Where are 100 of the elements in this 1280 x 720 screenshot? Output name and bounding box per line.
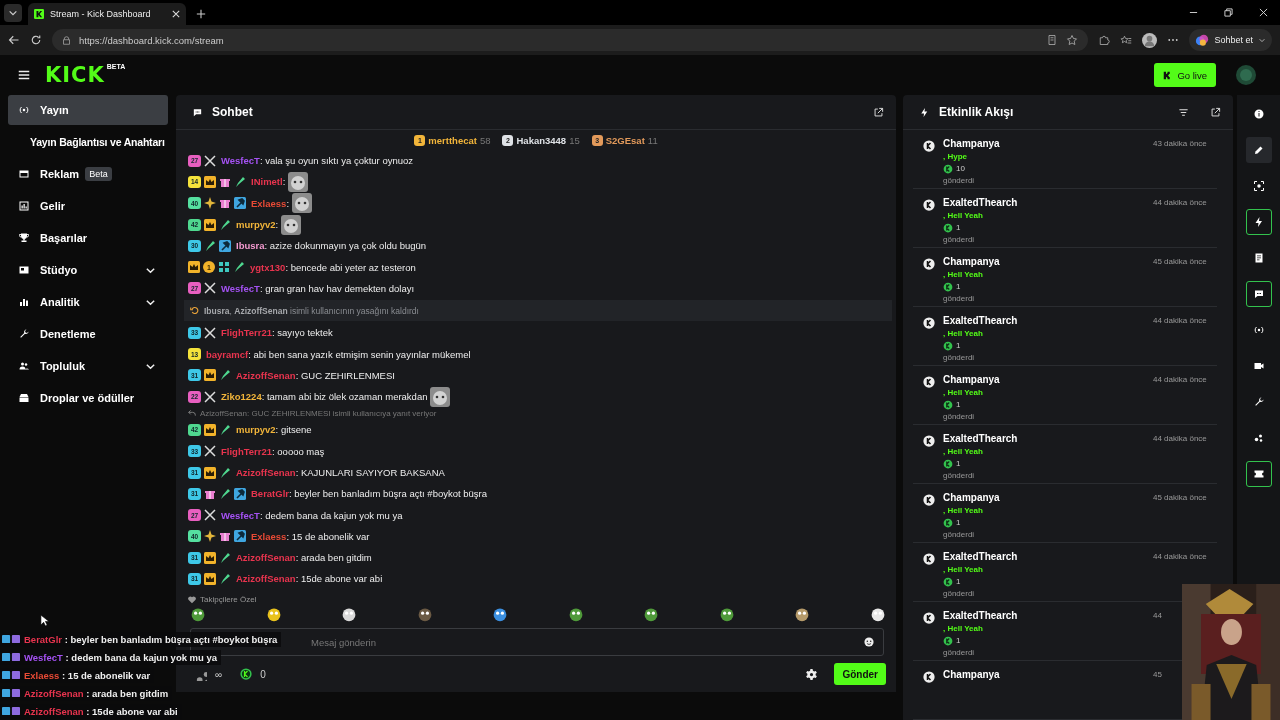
event-time: 44: [1153, 610, 1163, 622]
brush-icon: [219, 369, 231, 382]
sidebar-item[interactable]: Analitik: [8, 287, 168, 317]
coin-icon: [943, 341, 953, 351]
event-username[interactable]: ExaltedThearch: [943, 196, 1145, 210]
emote-icon[interactable]: [416, 606, 433, 622]
menu-icon[interactable]: [17, 68, 31, 82]
restore-icon[interactable]: [1224, 8, 1233, 17]
extensions-icon[interactable]: [1098, 34, 1111, 46]
event-username[interactable]: ExaltedThearch: [943, 550, 1145, 564]
swords-icon: [204, 326, 216, 339]
tab-title: Stream - Kick Dashboard: [50, 9, 152, 19]
hammer-icon: [234, 487, 246, 500]
emote-icon[interactable]: [794, 606, 811, 622]
rail-button[interactable]: [1246, 209, 1272, 235]
rail-button[interactable]: [1246, 461, 1272, 487]
gift-amount: 1: [956, 635, 961, 647]
brush-icon: [219, 573, 231, 585]
undo-icon: [190, 306, 199, 316]
favorites-icon[interactable]: [1120, 34, 1133, 46]
popout-icon[interactable]: [1210, 106, 1221, 118]
chat-message: INimetl:: [251, 176, 286, 188]
event-action: gönderdi: [943, 529, 976, 540]
close-tab-icon[interactable]: [172, 10, 180, 18]
gift-name: , Hell Yeah: [943, 505, 984, 517]
avatar[interactable]: [1236, 65, 1256, 85]
send-button[interactable]: Gönder: [834, 663, 886, 685]
lock-icon[interactable]: [62, 35, 71, 45]
sidebar-item[interactable]: Stüdyo: [8, 255, 168, 285]
hammer-icon: [234, 530, 246, 543]
hammer-icon: [234, 197, 246, 210]
copilot-button[interactable]: Sohbet et: [1189, 29, 1272, 51]
gift-amount: 1: [956, 399, 961, 411]
browser-tab[interactable]: Stream - Kick Dashboard: [28, 3, 186, 25]
reader-icon[interactable]: [1046, 34, 1059, 46]
sidebar-item[interactable]: Denetleme: [8, 319, 168, 349]
crown-icon: [204, 218, 216, 231]
rail-button[interactable]: [1246, 137, 1272, 163]
emote-icon[interactable]: [718, 606, 735, 622]
emote-icon[interactable]: [869, 606, 886, 622]
leader-count: 11: [647, 134, 658, 146]
logo[interactable]: KICK: [45, 63, 105, 87]
address-field[interactable]: https://dashboard.kick.com/stream: [52, 29, 1089, 51]
event-username[interactable]: ExaltedThearch: [943, 432, 1145, 446]
sidebar-item[interactable]: Yayın: [8, 95, 168, 125]
reload-icon[interactable]: [30, 34, 42, 46]
emote-icon[interactable]: [190, 606, 206, 622]
event-username[interactable]: Champanya: [943, 491, 1145, 505]
event-username[interactable]: Champanya: [943, 668, 1145, 682]
broadcast-icon: [1253, 324, 1265, 336]
sidebar-item[interactable]: Gelir: [8, 191, 168, 221]
sidebar-item[interactable]: Droplar ve ödüller: [8, 383, 168, 413]
coin-icon: [923, 671, 935, 683]
coin-icon: [240, 668, 253, 680]
sidebar-item[interactable]: Topluluk: [8, 351, 168, 381]
new-tab-icon[interactable]: [196, 9, 206, 19]
chat-message: AzizoffSenan: GUC ZEHIRLENMESI: [236, 369, 395, 381]
event-action: gönderdi: [943, 352, 976, 363]
leader-name[interactable]: mertthecat: [428, 134, 477, 146]
emoji-icon[interactable]: [864, 637, 874, 647]
emote-icon[interactable]: [492, 606, 509, 622]
leader-name[interactable]: S2GEsat: [605, 134, 645, 146]
chat-icon: [1253, 288, 1265, 300]
crown-icon: [204, 551, 216, 564]
film-icon: [18, 264, 30, 276]
chat-message: AzizoffSenan: KAJUNLARI SAYIYOR BAKSANA: [236, 467, 445, 478]
coin-icon: [943, 164, 953, 174]
event-username[interactable]: ExaltedThearch: [943, 609, 1145, 623]
rail-button[interactable]: [1246, 281, 1272, 307]
kicks-value: 0: [260, 668, 266, 680]
settings-icon[interactable]: [805, 667, 819, 681]
event-username[interactable]: Champanya: [943, 373, 1145, 387]
popout-icon[interactable]: [873, 106, 884, 118]
back-icon[interactable]: [8, 34, 20, 46]
system-message: Ibusra, AzizoffSenan isimli kullanıcının yasağını kaldırdı: [184, 300, 892, 322]
emote-icon[interactable]: [643, 606, 660, 622]
filter-icon[interactable]: [1178, 106, 1189, 118]
leader-name[interactable]: Hakan3448: [516, 134, 567, 146]
go-live-button[interactable]: Go live: [1154, 63, 1216, 87]
emote-icon[interactable]: [567, 606, 584, 622]
event-action: gönderdi: [943, 293, 976, 304]
chat-message: FlighTerr21: ooooo maş: [221, 445, 325, 457]
document-icon: [1253, 252, 1265, 264]
tab-list-button[interactable]: [4, 4, 22, 22]
profile-icon[interactable]: [1142, 32, 1158, 48]
coin-icon: [923, 376, 935, 388]
panel-title: Sohbet: [212, 105, 253, 119]
event-username[interactable]: ExaltedThearch: [943, 314, 1145, 328]
event-username[interactable]: Champanya: [943, 255, 1145, 269]
event-username[interactable]: Champanya: [943, 137, 1145, 151]
emote-icon[interactable]: [265, 606, 282, 622]
sidebar-subitem[interactable]: Yayın Bağlantısı ve Anahtarı: [8, 127, 176, 157]
event-time: 44 dakika önce: [1153, 433, 1208, 445]
gift-name: , Hype: [943, 151, 968, 163]
swords-icon: [204, 390, 216, 403]
star-icon[interactable]: [1066, 34, 1079, 46]
emote-icon[interactable]: [341, 606, 358, 622]
close-window-icon[interactable]: [1259, 8, 1268, 17]
sidebar-item[interactable]: Reklam Beta: [8, 159, 168, 189]
sidebar-item[interactable]: Başarılar: [8, 223, 168, 253]
